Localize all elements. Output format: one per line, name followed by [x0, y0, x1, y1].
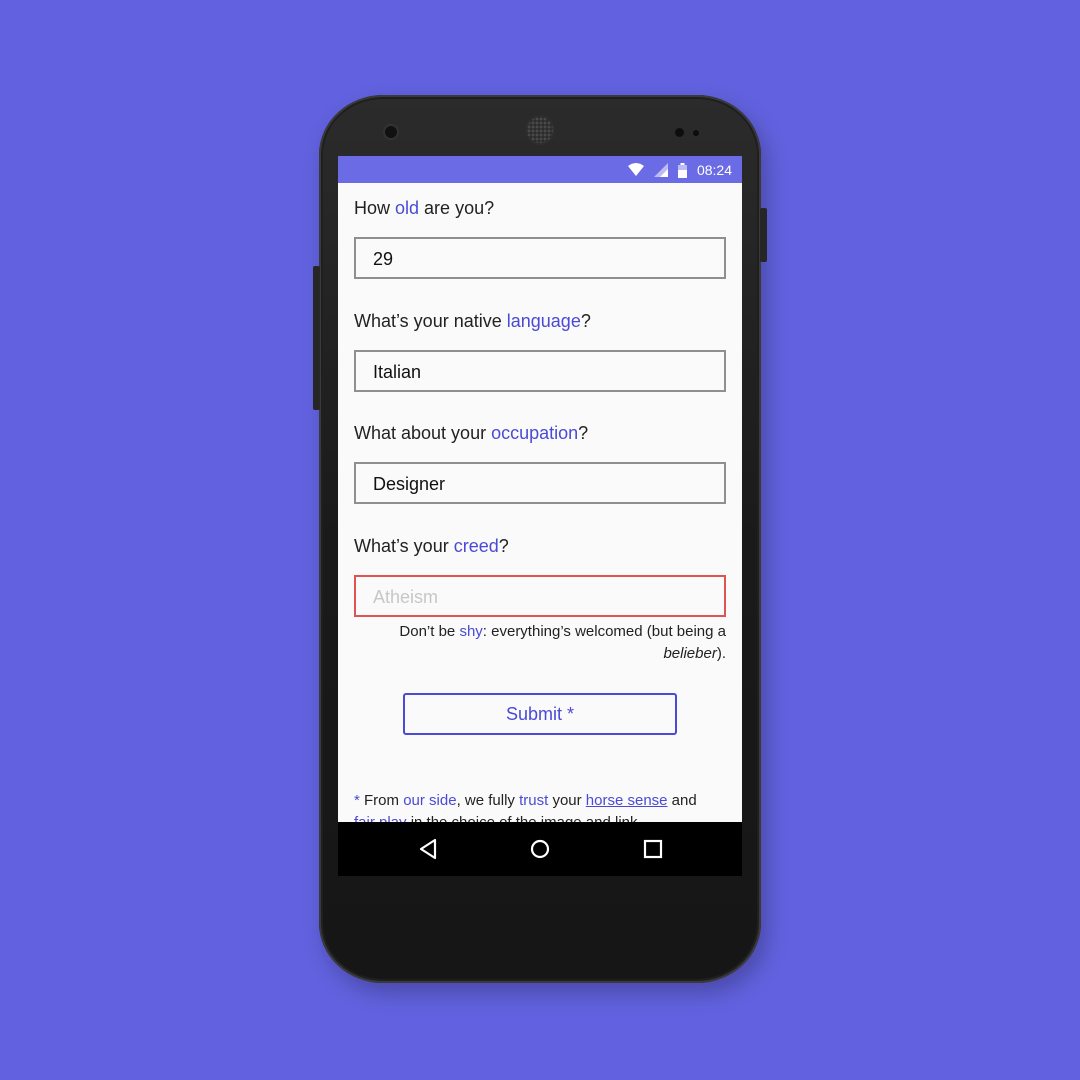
question-occupation: What about your occupation?	[354, 423, 589, 443]
power-button	[760, 208, 767, 262]
creed-placeholder: Atheism	[373, 587, 439, 607]
creed-input[interactable]: Atheism	[354, 575, 726, 617]
phone-screen: 08:24 How old are you? 29 What’s your na…	[338, 156, 742, 876]
creed-hint: Don’t be shy: everything’s welcomed (but…	[399, 623, 726, 662]
language-input[interactable]: Italian	[354, 350, 726, 392]
question-accent: creed	[453, 536, 499, 556]
battery-icon	[677, 162, 687, 178]
occupation-input[interactable]: Designer	[354, 462, 726, 504]
sensor-dot	[693, 130, 699, 136]
question-accent: occupation	[491, 423, 579, 443]
home-icon[interactable]	[528, 838, 552, 860]
status-bar: 08:24	[338, 156, 742, 183]
question-language: What’s your native language?	[354, 311, 591, 331]
earpiece-speaker	[527, 117, 553, 143]
submit-button[interactable]: Submit *	[403, 693, 677, 735]
front-camera	[385, 126, 397, 138]
question-accent: language	[506, 311, 581, 331]
horse-sense-link[interactable]: horse sense	[586, 792, 668, 809]
question-accent: old	[395, 198, 420, 218]
question-creed: What’s your creed?	[354, 536, 509, 556]
volume-button	[313, 266, 320, 410]
recents-icon[interactable]	[641, 838, 665, 860]
status-time: 08:24	[696, 162, 732, 178]
back-icon[interactable]	[417, 838, 441, 860]
sensor-dot	[675, 128, 684, 137]
wifi-icon	[627, 163, 644, 176]
navigation-bar	[338, 822, 742, 876]
signal-icon	[653, 163, 668, 177]
age-input[interactable]: 29	[354, 237, 726, 279]
question-age: How old are you?	[354, 198, 495, 218]
